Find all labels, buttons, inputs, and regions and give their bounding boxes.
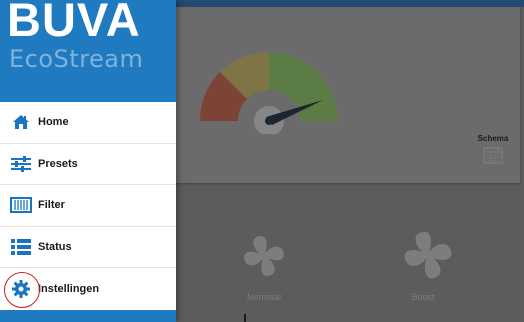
menu-label-instellingen: Instellingen: [38, 282, 100, 295]
filter-icon: [10, 195, 32, 215]
highlight-circle: [4, 272, 40, 308]
drawer-header: BUVA EcoStream: [0, 0, 176, 102]
mode-boost-label: Boost: [411, 292, 435, 302]
mode-normal-label: Normaal: [246, 292, 281, 302]
schema-button[interactable]: Schema: [468, 134, 518, 164]
menu-label-presets: Presets: [38, 157, 78, 170]
schema-label: Schema: [477, 134, 509, 143]
navigation-drawer: BUVA EcoStream Home Presets Filter Statu…: [0, 0, 176, 322]
menu-label-filter: Filter: [38, 199, 65, 212]
menu-label-status: Status: [38, 240, 72, 253]
menu-item-filter[interactable]: Filter: [0, 185, 176, 227]
menu-label-home: Home: [38, 116, 69, 129]
fan-normal-icon[interactable]: [240, 232, 288, 280]
calendar-icon: [483, 146, 503, 164]
home-icon: [10, 112, 32, 132]
fan-boost-icon[interactable]: [400, 227, 456, 283]
menu-item-home[interactable]: Home: [0, 102, 176, 144]
list-icon: [10, 237, 32, 257]
menu-item-presets[interactable]: Presets: [0, 144, 176, 185]
product-name: EcoStream: [9, 45, 144, 73]
speed-gauge: [199, 51, 338, 134]
cursor-mark: [244, 314, 246, 322]
sliders-icon: [10, 154, 32, 174]
drawer-footer: [0, 310, 176, 322]
brand-logo: BUVA: [7, 0, 141, 46]
menu-item-status[interactable]: Status: [0, 227, 176, 268]
